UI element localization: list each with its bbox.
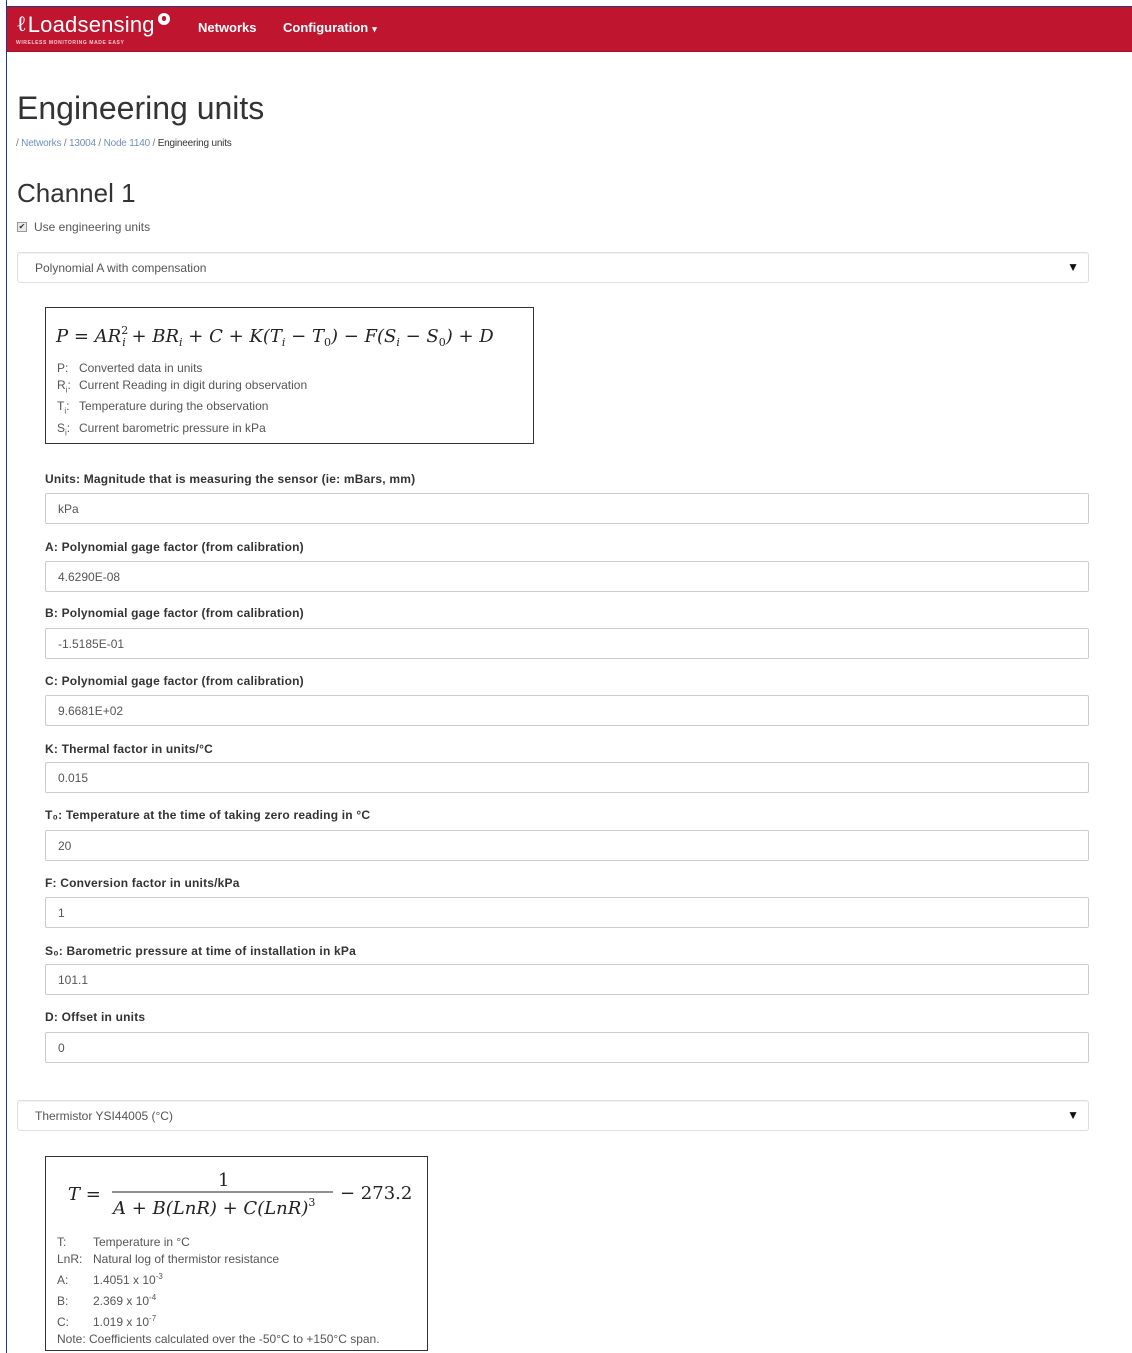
svg-text:1: 1: [218, 1170, 229, 1191]
location-pin-icon: [157, 13, 170, 25]
breadcrumb-network-id[interactable]: 13004: [69, 138, 96, 149]
legend-row-lnr: LnR: Natural log of thermistor resistance: [57, 1252, 280, 1266]
thermistor-formula-box: T = 1 A + B(LnR) + C(LnR)3 − 273.2 T: Tem…: [45, 1156, 428, 1351]
units-label: Units: Magnitude that is measuring the s…: [45, 472, 416, 486]
legend-row-t: T: Temperature in °C: [57, 1235, 190, 1249]
breadcrumb: / Networks / 13004 / Node 1140 / Enginee…: [16, 138, 232, 149]
thermistor-equation: T = 1 A + B(LnR) + C(LnR)3 − 273.2: [68, 1170, 412, 1219]
brand-logo[interactable]: ℓ Loadsensing WIRELESS MONITORING MADE EA…: [16, 13, 170, 46]
thermistor-note: Note: Coefficients calculated over the -…: [57, 1332, 380, 1346]
dropdown-arrow-icon: ▼: [1067, 260, 1079, 274]
nav-networks[interactable]: Networks: [198, 20, 257, 35]
use-engineering-units-row[interactable]: ✔ Use engineering units: [17, 220, 150, 234]
polynomial-equation: P = AR2 i + BRi + C + K(Ti − T0) − F(Si −…: [55, 324, 494, 349]
coef-b-input[interactable]: -1.5185E-01: [45, 628, 1089, 659]
legend-row-t: Ti: Temperature during the observation: [57, 399, 269, 416]
conversion-type-select[interactable]: Polynomial A with compensation ▼: [17, 252, 1089, 283]
conversion-type-value: Polynomial A with compensation: [35, 261, 207, 275]
legend-row-s: Si: Current barometric pressure in kPa: [57, 420, 266, 438]
breadcrumb-current: Engineering units: [157, 138, 232, 149]
legend-row-c: C: 1.019 x 10-7: [57, 1314, 157, 1329]
zero-temperature-label: T₀: Temperature at the time of taking ze…: [45, 808, 371, 822]
brand-name: Loadsensing: [27, 12, 155, 37]
thermal-factor-label: K: Thermal factor in units/°C: [45, 742, 213, 756]
legend-row-b: B: 2.369 x 10-4: [57, 1293, 157, 1308]
brand-curl-icon: ℓ: [16, 12, 27, 37]
thermal-factor-input[interactable]: 0.015: [45, 762, 1089, 793]
legend-row-a: A: 1.4051 x 10-3: [57, 1272, 163, 1287]
top-navbar: ℓ Loadsensing WIRELESS MONITORING MADE EA…: [7, 7, 1132, 52]
zero-temperature-input[interactable]: 20: [45, 830, 1089, 861]
brand-tagline: WIRELESS MONITORING MADE EASY: [16, 40, 125, 46]
svg-text:T =: T =: [68, 1184, 101, 1205]
use-engineering-units-label: Use engineering units: [34, 220, 151, 234]
breadcrumb-node[interactable]: Node 1140: [104, 138, 151, 149]
offset-label: D: Offset in units: [45, 1010, 146, 1024]
conversion-factor-label: F: Conversion factor in units/kPa: [45, 876, 240, 890]
breadcrumb-networks[interactable]: Networks: [21, 138, 61, 149]
temperature-sensor-value: Thermistor YSI44005 (°C): [35, 1109, 173, 1123]
coef-a-label: A: Polynomial gage factor (from calibrat…: [45, 540, 304, 554]
coef-a-input[interactable]: 4.6290E-08: [45, 561, 1089, 592]
barometric-pressure-label: S₀: Barometric pressure at time of insta…: [45, 944, 356, 958]
legend-row-p: P: Converted data in units: [57, 361, 203, 375]
coef-b-label: B: Polynomial gage factor (from calibrat…: [45, 606, 304, 620]
svg-text:P = AR2i + BRi + C + K(Ti − T0: P = AR2 i + BRi + C + K(Ti − T0) − F(Si −…: [55, 324, 494, 349]
offset-input[interactable]: 0: [45, 1032, 1089, 1063]
use-engineering-units-checkbox[interactable]: ✔: [17, 222, 27, 232]
coef-c-label: C: Polynomial gage factor (from calibrat…: [45, 674, 304, 688]
channel-title: Channel 1: [17, 178, 136, 208]
page-title: Engineering units: [17, 90, 265, 126]
thermistor-legend: T: Temperature in °C LnR: Natural log of t…: [57, 1234, 380, 1348]
dropdown-arrow-icon: ▼: [1067, 1108, 1079, 1122]
units-input[interactable]: kPa: [45, 493, 1089, 524]
legend-row-r: Ri: Current Reading in digit during obser…: [57, 378, 308, 395]
coef-c-input[interactable]: 9.6681E+02: [45, 695, 1089, 726]
svg-text:− 273.2: − 273.2: [340, 1183, 412, 1204]
nav-configuration-dropdown[interactable]: Configuration ▾: [283, 20, 377, 35]
conversion-factor-input[interactable]: 1: [45, 897, 1089, 928]
barometric-pressure-input[interactable]: 101.1: [45, 964, 1089, 995]
temperature-sensor-select[interactable]: Thermistor YSI44005 (°C) ▼: [17, 1100, 1089, 1131]
caret-down-icon: ▾: [372, 24, 377, 34]
polynomial-legend: P: Converted data in units Ri: Current Rea…: [57, 360, 307, 441]
polynomial-formula-box: P = AR2 i + BRi + C + K(Ti − T0) − F(Si −…: [45, 307, 534, 444]
window-border-left: [6, 0, 7, 1353]
svg-text:A + B(LnR) + C(LnR)3: A + B(LnR) + C(LnR)3: [111, 1196, 315, 1219]
